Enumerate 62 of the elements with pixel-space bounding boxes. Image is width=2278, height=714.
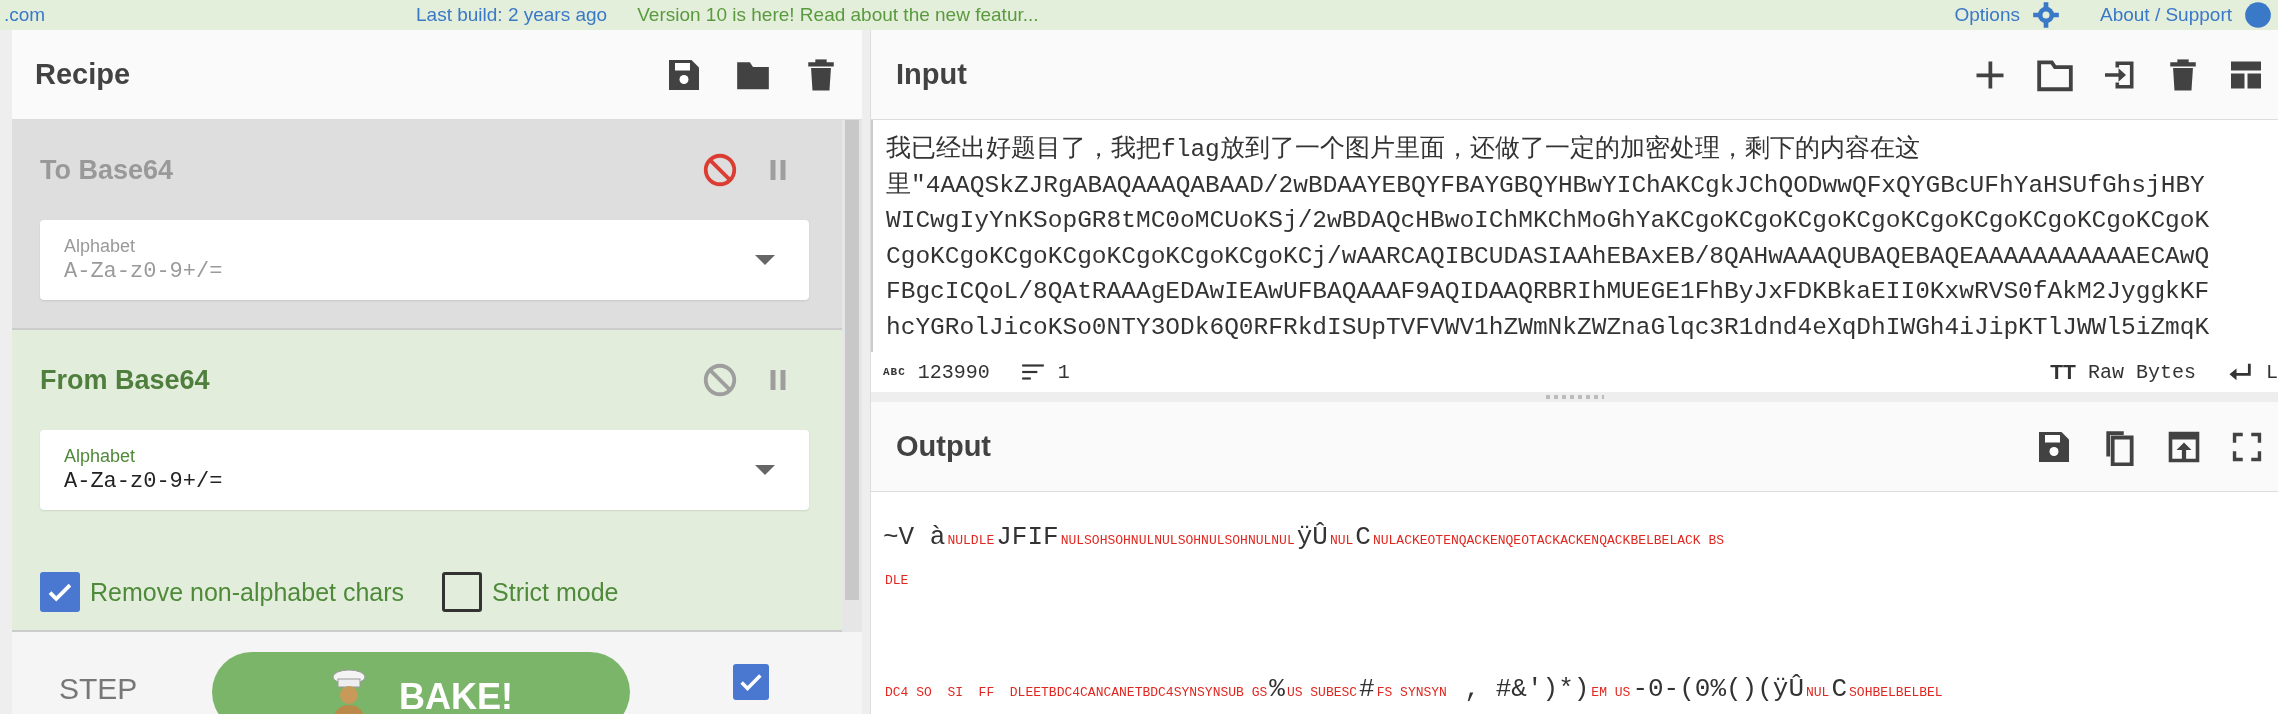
caret-icon [755,255,775,265]
input-text-line: 里"4AAQSkZJRgABAQAAAQABAAD/2wBDAAYEBQYFBAYGBQYHBwYIChAKCgkJChQODwwQFxQYGBcUFhYaHSUfGhsjHBY [886,170,2205,201]
input-text-line: CgoKCgoKCgoKCgoKCgoKCgoKCgoKCj/wAARCAQIBCUDASIAAhEBAxEB/8QAHwAAAQUBAQEBAQEAAAAAAAAAAAECAwQ [886,241,2210,272]
operation-card[interactable]: From Base64 Alphabet A-Za-z0-9+/= Remove non-alphabet chars Strict mode [12,330,842,632]
settings-icon[interactable] [2031,1,2060,29]
encoding-label[interactable]: Raw Bytes [2087,360,2196,384]
operation-name: From Base64 [40,364,211,396]
options-link[interactable]: Options [1954,4,2020,26]
alphabet-dropdown[interactable]: Alphabet A-Za-z0-9+/= [40,430,809,510]
news-link[interactable]: Version 10 is here! Read about the new featur... [637,4,1039,26]
output-text: -0-(0%()(ÿÛ [1632,674,1804,704]
auto-bake-checkbox[interactable] [733,664,769,700]
control-char: DC4 SO SI FF DLEETBDC4CANCANETBDC4SYNSYNSUB GS [885,685,1268,700]
input-text-line: 我已经出好题目了，我把flag放到了一个图片里面，还做了一定的加密处理，剩下的内容在这 [886,134,1920,165]
step-button[interactable]: STEP [59,674,212,704]
line-count: 1 [1057,360,1070,384]
control-char: SOHBELBELBEL [1849,685,1943,700]
input-text-line: FBgcICQoL/8QAtRAAAgEDAwIEAwUFBAQAAAF9AQIDAAQRBRIhMUEGE1FhByJxFDKBkaEII0KxwRVS0fAkM2JyggkKF [886,277,2210,307]
build-info: Last build: 2 years ago [416,4,608,26]
chef-icon [329,668,369,714]
checkbox[interactable] [40,572,80,612]
control-char: NUL [1329,533,1354,548]
control-char: NULACKEOTENQACKENQEOTACKACKENQACKBELBELACK BS [1372,533,1724,548]
panel-title: Output [896,430,992,463]
operation-name: To Base64 [40,154,175,186]
field-label: Alphabet [64,446,137,467]
support-link[interactable]: About / Support [2099,4,2232,26]
scrollbar[interactable] [842,120,862,632]
control-char: EM US [1591,685,1631,700]
output-text: ~V à [883,522,946,552]
control-char: NULSOHSOHNULNULSOHNULSOHNULNUL [1060,533,1295,548]
format-icon[interactable]: TT [2050,360,2076,384]
output-text: ÿÛ [1296,522,1328,552]
bake-button[interactable]: BAKE! [212,652,630,714]
control-char: FS SYNSYN [1376,685,1447,700]
control-char: NUL [1806,685,1830,700]
field-label: Alphabet [64,236,137,257]
control-char: US SUBESC [1286,685,1358,700]
length-count: 123990 [917,360,990,384]
panel-title: Input [896,58,968,91]
output-text: C [1355,522,1371,552]
output-text: % [1269,674,1285,704]
checkbox[interactable] [442,572,483,612]
length-label: ABC [883,366,906,378]
field-value: A-Za-z0-9+/= [64,469,224,494]
output-text: JFIF [996,522,1059,552]
field-value: A-Za-z0-9+/= [64,259,224,284]
checkbox-label: Remove non-alphabet chars [90,577,405,607]
panel-title: Recipe [35,58,132,91]
input-text-line: WICwgIyYnKSopGR8tMC0oMCUoKSj/2wBDAQcHBwoIChMKChMoGhYaKCgoKCgoKCgoKCgoKCgoKCgoKCgoKCgoKCgoK [886,206,2210,236]
input-text-line: hcYGRolJicoKSo0NTY3ODk6Q0RFRkdISUpTVFVWV1hZWmNkZWZnaGlqc3R1dnd4eXqDhIWGh4iJipKTlJWWl5iZmqK [886,312,2210,343]
checkbox-label: Strict mode [492,577,619,607]
control-char: NULDLE [947,533,995,548]
site-link[interactable]: .com [4,4,416,26]
output-text: , #&')*) [1463,674,1590,704]
resize-handle[interactable] [1545,395,1604,399]
control-char: DLE [885,573,909,588]
scroll-thumb[interactable] [845,120,859,600]
caret-icon [755,465,775,475]
output-text: # [1359,674,1375,704]
output-text: C [1831,674,1848,704]
eol-label[interactable]: L [2266,360,2278,384]
